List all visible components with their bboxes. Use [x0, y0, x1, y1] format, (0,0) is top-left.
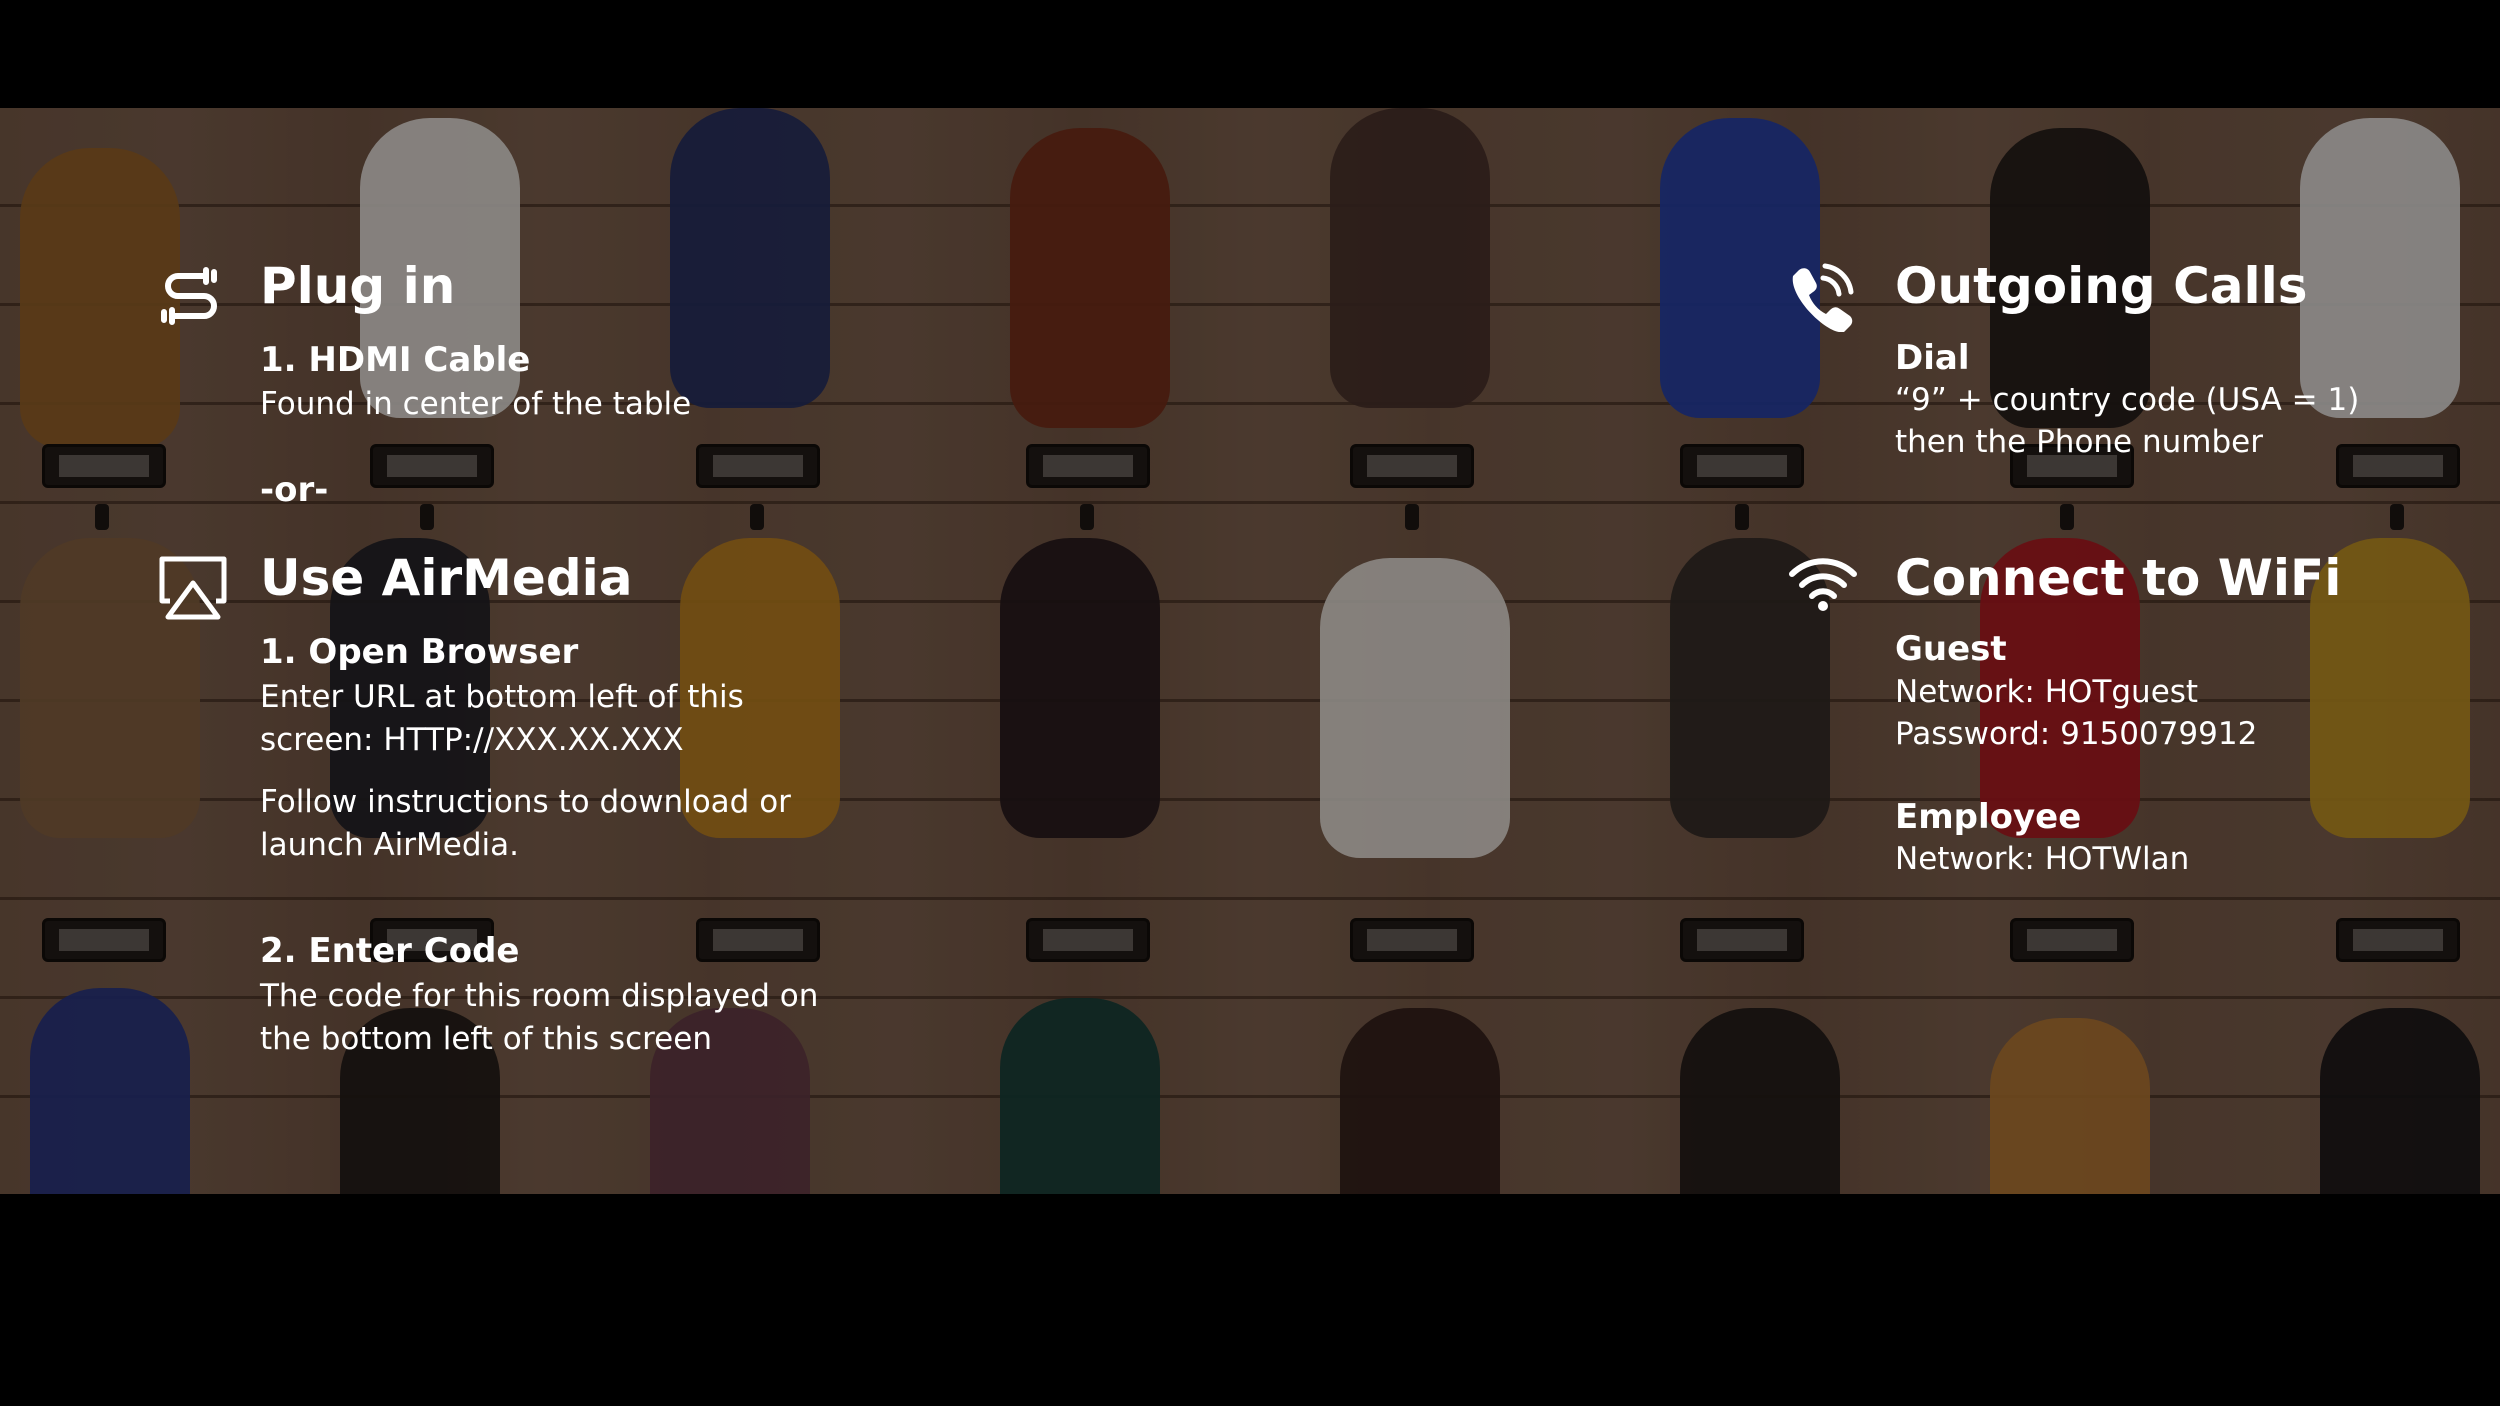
outgoing-calls-title: Outgoing Calls	[1895, 257, 2308, 315]
employee-network: Network: HOTWlan	[1895, 841, 2190, 877]
plug-in-title: Plug in	[260, 257, 456, 315]
glove-clip	[1405, 504, 1419, 530]
glove-image	[20, 148, 180, 448]
plug-icon	[158, 262, 228, 332]
open-browser-line: Follow instructions to download or	[260, 784, 791, 820]
label-tag	[1680, 444, 1804, 488]
signage-screen: Plug in 1. HDMI Cable Found in center of…	[0, 0, 2500, 1406]
glove-image	[1340, 1008, 1500, 1194]
open-browser-line: screen: HTTP://XXX.XX.XXX	[260, 722, 684, 758]
enter-code-line: the bottom left of this screen	[260, 1021, 712, 1057]
wifi-title: Connect to WiFi	[1895, 549, 2342, 607]
hdmi-step-text: Found in center of the table	[260, 386, 692, 422]
open-browser-step-title: 1. Open Browser	[260, 632, 579, 672]
phone-icon	[1785, 262, 1855, 332]
glove-image	[1990, 1018, 2150, 1194]
glove-clip	[1735, 504, 1749, 530]
label-tag	[2336, 444, 2460, 488]
label-tag	[696, 918, 820, 962]
glove-clip	[750, 504, 764, 530]
glove-clip	[420, 504, 434, 530]
dial-instruction-line: then the Phone number	[1895, 424, 2263, 460]
airplay-icon	[158, 553, 228, 623]
dial-title: Dial	[1895, 338, 1970, 378]
or-separator: -or-	[260, 470, 329, 510]
label-tag	[696, 444, 820, 488]
glove-image	[30, 988, 190, 1194]
employee-title: Employee	[1895, 797, 2082, 837]
glove-image	[2320, 1008, 2480, 1194]
label-tag	[1680, 918, 1804, 962]
guest-password: Password: 9150079912	[1895, 716, 2258, 752]
open-browser-line: launch AirMedia.	[260, 827, 519, 863]
glove-image	[1320, 558, 1510, 858]
enter-code-step-title: 2. Enter Code	[260, 931, 520, 971]
glove-image	[1680, 1008, 1840, 1194]
glove-image	[1000, 998, 1160, 1194]
dial-instruction-line: “9” + country code (USA = 1)	[1895, 382, 2360, 418]
label-tag	[42, 918, 166, 962]
glove-image	[2300, 118, 2460, 418]
glove-image	[1000, 538, 1160, 838]
glove-image	[1010, 128, 1170, 428]
label-tag	[42, 444, 166, 488]
glove-clip	[1080, 504, 1094, 530]
label-tag	[1026, 918, 1150, 962]
label-tag	[1350, 918, 1474, 962]
guest-network: Network: HOTguest	[1895, 674, 2199, 710]
hdmi-step-title: 1. HDMI Cable	[260, 340, 531, 380]
airmedia-title: Use AirMedia	[260, 549, 633, 607]
glove-image	[670, 108, 830, 408]
label-tag	[370, 444, 494, 488]
enter-code-line: The code for this room displayed on	[260, 978, 819, 1014]
label-tag	[1026, 444, 1150, 488]
label-tag	[1350, 444, 1474, 488]
glove-clip	[95, 504, 109, 530]
glove-image	[1330, 108, 1490, 408]
label-tag	[2010, 918, 2134, 962]
open-browser-line: Enter URL at bottom left of this	[260, 679, 744, 715]
glove-clip	[2060, 504, 2074, 530]
label-tag	[2336, 918, 2460, 962]
glove-clip	[2390, 504, 2404, 530]
guest-title: Guest	[1895, 629, 2007, 669]
wifi-icon	[1788, 548, 1858, 618]
